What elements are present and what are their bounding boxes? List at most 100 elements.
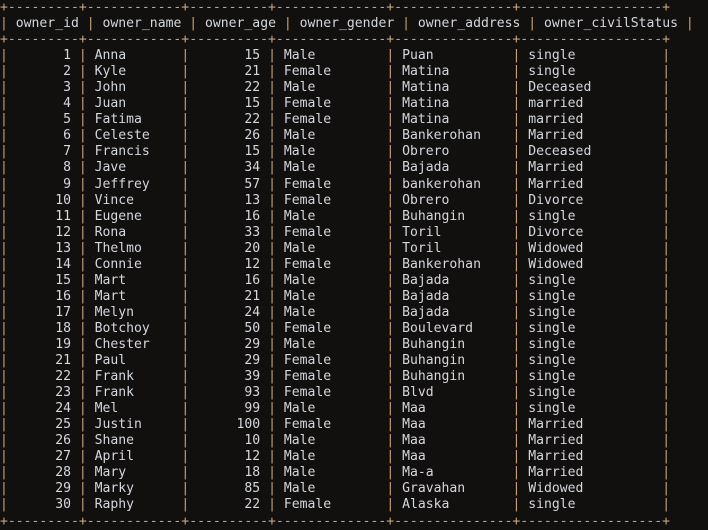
table-row: | 24 | Mel | 99 | Male | Maa | single | [0,401,708,417]
column-separator: | [662,128,671,144]
column-separator: | [0,465,8,481]
column-separator: | [78,240,87,256]
table-row: | 18 | Botchoy | 50 | Female | Boulevard… [0,321,708,337]
column-separator: | [0,48,8,64]
cell-owner_name: Rona [86,224,182,240]
cell-owner_name: Paul [86,353,182,369]
cell-owner_address: Matina [394,112,513,128]
column-separator: | [268,176,276,192]
cell-owner_age: 24 [189,304,269,320]
column-separator: | [662,385,671,401]
column-separator: | [268,417,276,433]
column-separator: | [78,144,87,160]
column-separator: | [268,208,276,224]
table-row: | 5 | Fatima | 22 | Female | Matina | ma… [0,112,708,128]
cell-owner_name: John [86,80,182,96]
cell-owner_age: 29 [189,336,269,352]
column-separator: | [662,224,671,240]
cell-owner_gender: Female [275,96,387,112]
column-separator: | [268,272,276,288]
column-separator: | [662,433,671,449]
header-cell-owner_address: owner_address [410,16,529,32]
column-separator: | [78,80,87,96]
cell-owner_address: Matina [394,96,513,112]
cell-owner_name: Marky [86,481,182,497]
table-row: | 19 | Chester | 29 | Male | Buhangin | … [0,337,708,353]
cell-owner_id: 24 [7,401,79,417]
column-separator: | [662,353,671,369]
cell-owner_gender: Male [275,401,387,417]
column-separator: | [78,369,87,385]
column-separator: | [268,256,276,272]
cell-owner_id: 25 [7,417,79,433]
column-separator: | [268,304,276,320]
column-separator: | [0,224,8,240]
column-separator: | [268,160,276,176]
cell-owner_gender: Female [275,176,387,192]
cell-owner_address: Buhangin [394,353,513,369]
cell-owner_id: 14 [7,256,79,272]
column-separator: | [78,256,87,272]
cell-owner_gender: Female [275,64,387,80]
column-separator: | [78,160,87,176]
cell-owner_gender: Male [275,144,387,160]
cell-owner_id: 29 [7,481,79,497]
cell-owner_name: Fatima [86,112,182,128]
column-separator: | [0,192,8,208]
column-separator: | [662,401,671,417]
cell-owner_name: Eugene [86,208,182,224]
cell-owner_civilStatus: Married [520,128,663,144]
table-top-border: +---------+------------+----------+-----… [0,0,671,15]
cell-owner_age: 15 [189,48,269,64]
column-separator: | [662,112,671,128]
column-separator: | [268,112,276,128]
cell-owner_id: 23 [7,385,79,401]
column-separator: | [78,208,87,224]
table-row: | 11 | Eugene | 16 | Male | Buhangin | s… [0,209,708,225]
cell-owner_civilStatus: single [520,401,663,417]
cell-owner_gender: Female [275,385,387,401]
cell-owner_civilStatus: Divorce [520,192,663,208]
cell-owner_gender: Male [275,160,387,176]
table-row: | 28 | Mary | 18 | Male | Ma-a | Married… [0,465,708,481]
column-separator: | [662,64,671,80]
table-row: | 29 | Marky | 85 | Male | Gravahan | Wi… [0,481,708,497]
table-row: | 15 | Mart | 16 | Male | Bajada | singl… [0,273,708,289]
column-separator: | [86,16,95,32]
cell-owner_id: 6 [7,128,79,144]
cell-owner_id: 15 [7,272,79,288]
column-separator: | [0,272,8,288]
column-separator: | [268,64,276,80]
cell-owner_address: Obrero [394,144,513,160]
column-separator: | [0,401,8,417]
table-bottom-border: +---------+------------+----------+-----… [0,513,671,529]
table-row: | 1 | Anna | 15 | Male | Puan | single | [0,48,708,64]
column-separator: | [78,192,87,208]
table-row: | 22 | Frank | 39 | Female | Buhangin | … [0,369,708,385]
cell-owner_name: April [86,449,182,465]
column-separator: | [268,353,276,369]
column-separator: | [662,160,671,176]
column-separator: | [268,144,276,160]
cell-owner_name: Thelmo [86,240,182,256]
column-separator: | [662,304,671,320]
column-separator: | [662,497,671,513]
cell-owner_name: Kyle [86,64,182,80]
column-separator: | [78,353,87,369]
cell-owner_civilStatus: Widowed [520,256,663,272]
column-separator: | [78,128,87,144]
cell-owner_civilStatus: single [520,288,663,304]
column-separator: | [662,192,671,208]
table-row: | 12 | Rona | 33 | Female | Toril | Divo… [0,225,708,241]
column-separator: | [268,96,276,112]
cell-owner_age: 85 [189,481,269,497]
column-separator: | [0,336,8,352]
cell-owner_id: 22 [7,369,79,385]
cell-owner_address: Bajada [394,160,513,176]
column-separator: | [0,16,8,32]
cell-owner_name: Francis [86,144,182,160]
cell-owner_civilStatus: single [520,304,663,320]
cell-owner_id: 3 [7,80,79,96]
table-header-row: | owner_id | owner_name | owner_age | ow… [0,16,708,32]
column-separator: | [662,144,671,160]
